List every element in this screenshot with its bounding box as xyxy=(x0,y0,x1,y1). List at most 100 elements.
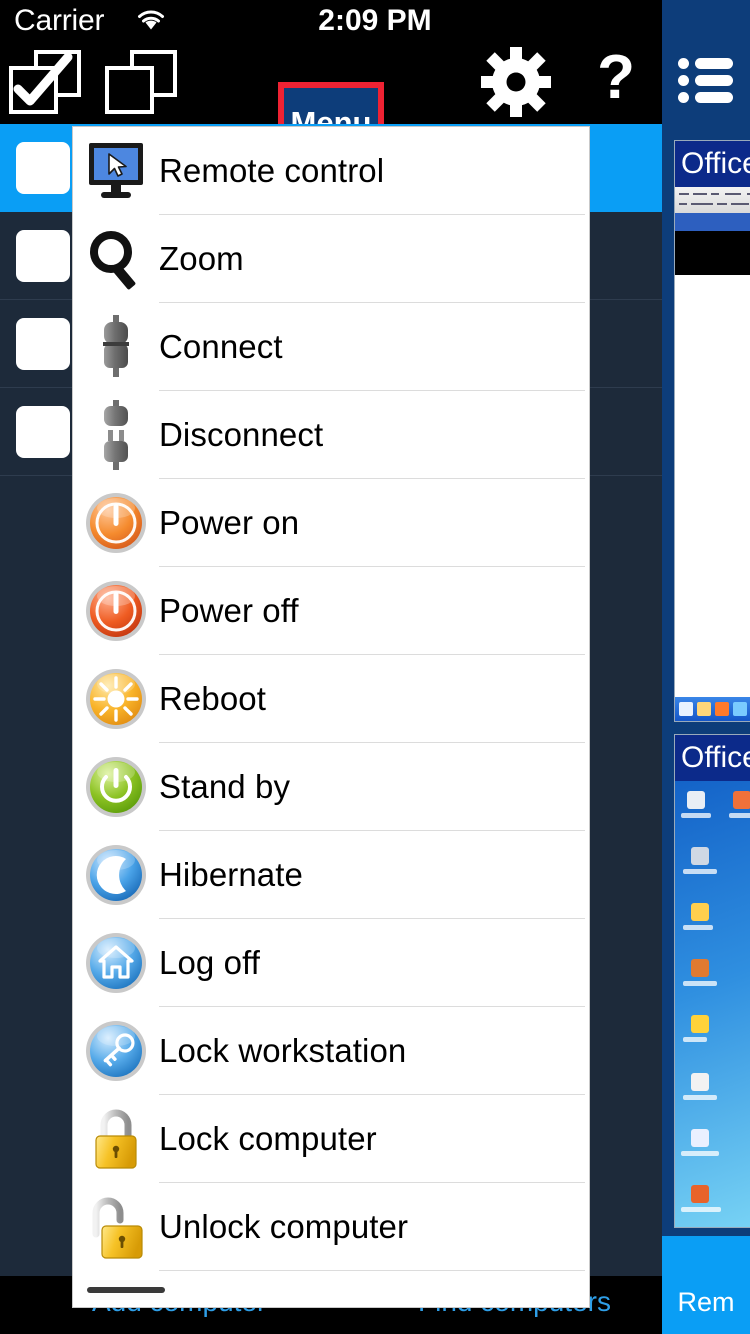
reboot-yellow-icon xyxy=(73,667,159,731)
power-off-glyph xyxy=(86,581,146,641)
menu-item-label: Stand by xyxy=(159,768,291,805)
taskbar-item xyxy=(715,702,729,716)
menu-item-unlock-computer[interactable]: Unlock computer xyxy=(73,1183,589,1271)
desktop-icon-label xyxy=(681,1151,719,1156)
menu-item-label: Connect xyxy=(159,328,283,365)
menu-item-lock-workstation[interactable]: Lock workstation xyxy=(73,1007,589,1095)
desktop-icon xyxy=(691,1185,709,1203)
menu-item-zoom[interactable]: Zoom xyxy=(73,215,589,303)
thumbnail-taskbar xyxy=(675,697,750,721)
power-on-orange-icon xyxy=(73,491,159,555)
menu-item-label: Lock workstation xyxy=(159,1032,407,1069)
menu-item-label: Remote control xyxy=(159,152,385,189)
rail-bottom-label[interactable]: Rem xyxy=(662,1236,750,1334)
moon-blue-icon xyxy=(73,843,159,907)
desktop-icon-label xyxy=(683,981,717,986)
list-line xyxy=(695,58,733,69)
svg-text:?: ? xyxy=(597,48,635,112)
home-blue-icon xyxy=(73,931,159,995)
list-bullet xyxy=(678,58,689,69)
power-on-glyph xyxy=(86,493,146,553)
padlock-open-icon xyxy=(73,1194,159,1260)
question-mark-glyph: ? xyxy=(597,48,635,112)
menu-popover: Remote control Zoom Connect Disconnect P… xyxy=(72,126,590,1308)
plug-disconnected-glyph xyxy=(104,400,128,470)
desktop-icon-label xyxy=(729,813,750,818)
list-line xyxy=(695,92,733,103)
menu-item-power-off[interactable]: Power off xyxy=(73,567,589,655)
menu-item-connect[interactable]: Connect xyxy=(73,303,589,391)
list-view-row xyxy=(678,92,736,103)
deselect-all-glyph xyxy=(105,50,177,114)
list-view-icon[interactable] xyxy=(678,58,736,106)
thumbnail-document-area xyxy=(675,275,750,679)
desktop-icon xyxy=(691,1015,709,1033)
desktop-icon xyxy=(691,903,709,921)
vertical-scroll-indicator[interactable] xyxy=(87,1287,165,1293)
thumbnail-desktop xyxy=(675,781,750,1227)
list-view-row xyxy=(678,75,736,86)
plug-connected-icon xyxy=(73,314,159,380)
monitor-cursor-glyph xyxy=(89,143,143,198)
standby-green-icon xyxy=(73,755,159,819)
help-icon[interactable]: ? xyxy=(570,40,662,124)
right-rail: Office xyxy=(662,0,750,1334)
top-toolbar: Menu ? xyxy=(0,40,750,164)
row-checkbox[interactable] xyxy=(16,230,70,282)
desktop-icon-label xyxy=(681,813,711,818)
menu-item-stand-by[interactable]: Stand by xyxy=(73,743,589,831)
row-checkbox[interactable] xyxy=(16,142,70,194)
menu-item-reboot[interactable]: Reboot xyxy=(73,655,589,743)
reboot-glyph xyxy=(86,669,146,729)
thumbnail-app-toolbar xyxy=(675,187,750,213)
gear-glyph xyxy=(481,47,551,117)
standby-glyph xyxy=(86,757,146,817)
menu-item-label: Zoom xyxy=(159,240,244,277)
select-all-glyph xyxy=(9,50,81,114)
desktop-icon xyxy=(691,959,709,977)
menu-item-disconnect[interactable]: Disconnect xyxy=(73,391,589,479)
magnifier-icon xyxy=(73,228,159,290)
row-checkbox[interactable] xyxy=(16,318,70,370)
menu-item-power-on[interactable]: Power on xyxy=(73,479,589,567)
menu-item-label: Hibernate xyxy=(159,856,303,893)
desktop-icon xyxy=(691,847,709,865)
menu-item-label: Power off xyxy=(159,592,299,629)
deselect-all-checkbox-icon[interactable] xyxy=(96,40,186,124)
desktop-icon xyxy=(691,1073,709,1091)
menu-item-label: Lock computer xyxy=(159,1120,377,1157)
menu-item-remote-control[interactable]: Remote control xyxy=(73,127,589,215)
magnifier-glyph xyxy=(90,231,136,290)
menu-item-label: Power on xyxy=(159,504,300,541)
thumbnail-title: Office xyxy=(675,141,750,187)
menu-item-label: Log off xyxy=(159,944,261,981)
thumbnail-preview[interactable]: Office xyxy=(674,734,750,1228)
desktop-icon-label xyxy=(683,1095,717,1100)
desktop-icon-label xyxy=(683,1037,707,1042)
row-checkbox[interactable] xyxy=(16,406,70,458)
padlock-closed-icon xyxy=(73,1106,159,1172)
menu-item-hibernate[interactable]: Hibernate xyxy=(73,831,589,919)
taskbar-item xyxy=(733,702,747,716)
menu-item-log-off[interactable]: Log off xyxy=(73,919,589,1007)
list-bullet xyxy=(678,92,689,103)
desktop-icon xyxy=(733,791,750,809)
menu-item-label: Disconnect xyxy=(159,416,324,453)
taskbar-item xyxy=(679,702,693,716)
thumbnail-title: Office xyxy=(675,735,750,781)
app-screen: Carrier 2:09 PM Menu ? Offic Offic Rem R… xyxy=(0,0,750,1334)
plug-disconnected-icon xyxy=(73,400,159,470)
desktop-icon xyxy=(691,1129,709,1147)
menu-item-lock-computer[interactable]: Lock computer xyxy=(73,1095,589,1183)
menu-item-label: Unlock computer xyxy=(159,1208,409,1245)
desktop-icon-label xyxy=(683,869,717,874)
clock-label: 2:09 PM xyxy=(318,4,432,37)
select-all-checkbox-icon[interactable] xyxy=(0,40,90,124)
plug-connected-glyph xyxy=(103,315,129,377)
thumbnail-dark-band xyxy=(675,231,750,275)
gear-icon[interactable] xyxy=(470,40,562,124)
desktop-icon-label xyxy=(683,925,713,930)
desktop-icon-label xyxy=(681,1207,721,1212)
monitor-cursor-icon xyxy=(73,141,159,201)
thumbnail-preview[interactable]: Office xyxy=(674,140,750,722)
